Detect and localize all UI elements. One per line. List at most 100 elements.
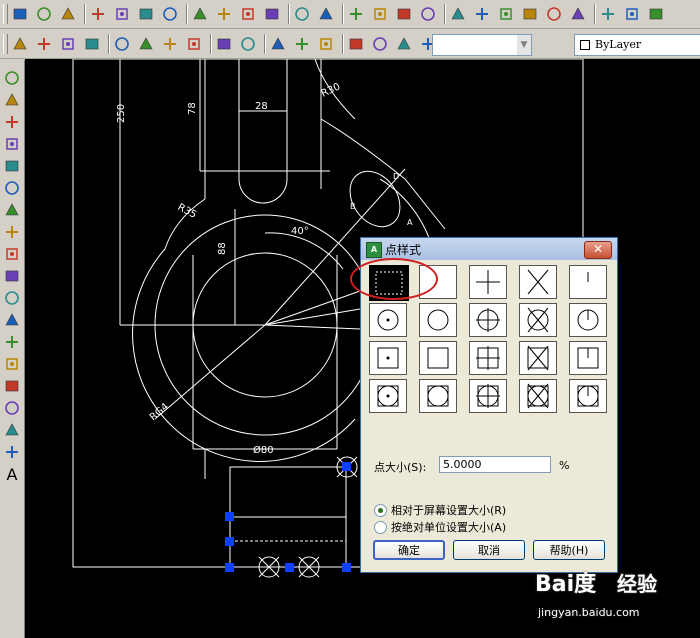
new-icon[interactable] <box>10 3 30 25</box>
construction-line-icon[interactable] <box>2 90 22 110</box>
arc-tool-icon[interactable] <box>2 178 22 198</box>
match-properties-icon[interactable] <box>262 3 282 25</box>
point-style-option[interactable] <box>519 303 557 337</box>
point-style-option[interactable] <box>569 265 607 299</box>
design-center-icon[interactable] <box>472 3 492 25</box>
gradient-icon[interactable] <box>2 398 22 418</box>
rotate-icon[interactable] <box>136 33 156 55</box>
cancel-button[interactable]: 取消 <box>453 540 525 560</box>
rectangle-icon[interactable] <box>2 156 22 176</box>
block-icon[interactable] <box>292 33 312 55</box>
point-size-input[interactable] <box>439 456 551 473</box>
table-style-icon[interactable] <box>394 33 414 55</box>
table-icon[interactable] <box>2 442 22 462</box>
radio-relative-dot[interactable] <box>374 503 387 517</box>
zoom-previous-icon[interactable] <box>418 3 438 25</box>
spline-icon[interactable] <box>2 244 22 264</box>
plot-icon[interactable] <box>160 3 180 25</box>
calculator-icon[interactable] <box>568 3 588 25</box>
print-icon[interactable] <box>88 3 108 25</box>
help-button[interactable]: 帮助(H) <box>533 540 605 560</box>
polyline-icon[interactable] <box>34 33 54 55</box>
chevron-down-icon[interactable]: ▼ <box>517 35 531 55</box>
point-style-option[interactable] <box>569 341 607 375</box>
ok-button[interactable]: 确定 <box>373 540 445 560</box>
angle-icon[interactable] <box>184 33 204 55</box>
make-block-icon[interactable] <box>2 332 22 352</box>
point-style-option[interactable] <box>569 379 607 413</box>
tool-palettes-icon[interactable] <box>496 3 516 25</box>
dimstyle-icon[interactable] <box>370 33 390 55</box>
toolbar-grip[interactable] <box>3 34 8 54</box>
point-style-option[interactable] <box>469 265 507 299</box>
polygon-icon[interactable] <box>2 134 22 154</box>
toolbar-grip[interactable] <box>3 4 8 24</box>
point-style-option[interactable] <box>369 303 407 337</box>
sheet-set-icon[interactable] <box>520 3 540 25</box>
point-style-option[interactable] <box>369 379 407 413</box>
distance-icon[interactable] <box>214 33 234 55</box>
grip-handle[interactable] <box>342 563 351 572</box>
zoom-window-icon[interactable] <box>394 3 414 25</box>
ellipse-arc-icon[interactable] <box>2 288 22 308</box>
redo-icon[interactable] <box>316 3 336 25</box>
insert-icon[interactable] <box>316 33 336 55</box>
undo-icon[interactable] <box>292 3 312 25</box>
dimension-icon[interactable] <box>82 33 102 55</box>
open-icon[interactable] <box>34 3 54 25</box>
radio-relative[interactable]: 相对于屏幕设置大小(R) <box>374 502 506 518</box>
grip-handle[interactable] <box>225 537 234 546</box>
offset-icon[interactable] <box>160 33 180 55</box>
walk-icon[interactable] <box>646 3 666 25</box>
layer-icon[interactable] <box>268 33 288 55</box>
polyline-tool-icon[interactable] <box>2 112 22 132</box>
point-style-option[interactable] <box>519 341 557 375</box>
radio-absolute-dot[interactable] <box>374 520 387 534</box>
line-icon[interactable] <box>10 33 30 55</box>
grip-handle[interactable] <box>225 512 234 521</box>
point-style-option[interactable] <box>519 379 557 413</box>
zoom-realtime-icon[interactable] <box>370 3 390 25</box>
point-style-option[interactable] <box>419 303 457 337</box>
save-icon[interactable] <box>58 3 78 25</box>
point-style-option[interactable] <box>419 379 457 413</box>
point-style-option[interactable] <box>419 341 457 375</box>
revision-cloud-icon[interactable] <box>2 222 22 242</box>
grip-handle[interactable] <box>285 563 294 572</box>
close-button[interactable]: ✕ <box>584 241 612 259</box>
publish-icon[interactable] <box>136 3 156 25</box>
point-style-option[interactable] <box>469 379 507 413</box>
line-tool-icon[interactable] <box>2 68 22 88</box>
properties-icon[interactable] <box>448 3 468 25</box>
circle-tool-icon[interactable] <box>2 200 22 220</box>
print-preview-icon[interactable] <box>112 3 132 25</box>
copy-icon[interactable] <box>214 3 234 25</box>
text-style-icon[interactable] <box>346 33 366 55</box>
point-style-option[interactable] <box>569 303 607 337</box>
cut-icon[interactable] <box>190 3 210 25</box>
insert-block-icon[interactable] <box>2 310 22 330</box>
area-icon[interactable] <box>238 33 258 55</box>
orbit-icon[interactable] <box>622 3 642 25</box>
dialog-titlebar[interactable]: A 点样式 ✕ <box>361 238 617 260</box>
ellipse-icon[interactable] <box>2 266 22 286</box>
dimstyle-combo[interactable]: ▼ <box>432 34 532 56</box>
radio-absolute[interactable]: 按绝对单位设置大小(A) <box>374 519 506 535</box>
paste-icon[interactable] <box>238 3 258 25</box>
grip-handle[interactable] <box>342 462 351 471</box>
grip-handle[interactable] <box>225 563 234 572</box>
color-combo[interactable]: ByLayer <box>574 34 700 56</box>
hatch-icon[interactable] <box>2 376 22 396</box>
circle-icon[interactable] <box>112 33 132 55</box>
point-style-option[interactable] <box>519 265 557 299</box>
markup-icon[interactable] <box>544 3 564 25</box>
arc-icon[interactable] <box>58 33 78 55</box>
region-icon[interactable] <box>2 420 22 440</box>
point-style-option[interactable] <box>369 341 407 375</box>
point-style-option[interactable] <box>469 303 507 337</box>
help-icon[interactable] <box>598 3 618 25</box>
multiline-text-icon[interactable]: A <box>2 464 22 484</box>
point-style-option[interactable] <box>469 341 507 375</box>
pan-icon[interactable] <box>346 3 366 25</box>
point-icon[interactable] <box>2 354 22 374</box>
